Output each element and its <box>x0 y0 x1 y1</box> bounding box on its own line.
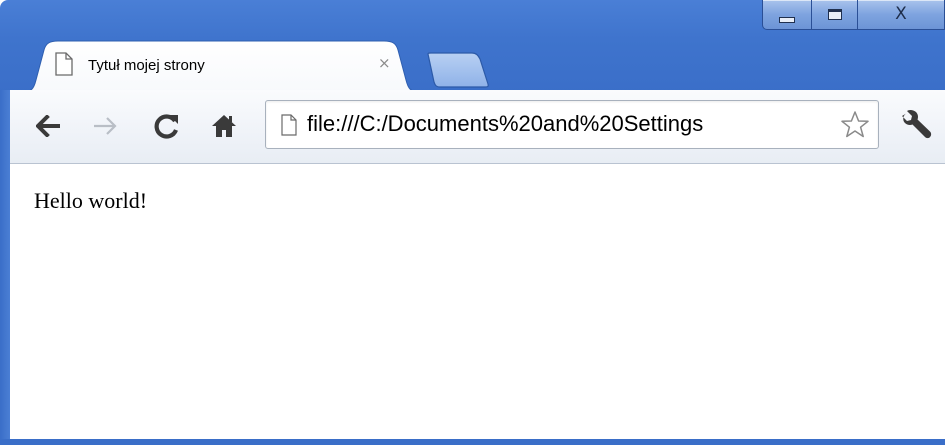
maximize-icon <box>827 9 842 20</box>
home-icon <box>212 115 236 137</box>
tab-active[interactable]: Tytuł mojej strony × <box>22 40 420 92</box>
browser-window: X Tytuł mojej strony × file:///C:/Docume… <box>0 0 945 445</box>
window-controls: X <box>762 0 945 34</box>
tab-close-icon[interactable]: × <box>378 54 391 72</box>
reload-icon <box>154 114 178 139</box>
maximize-button[interactable] <box>812 0 858 30</box>
page-icon <box>281 114 297 136</box>
page-content: Hello world! <box>10 164 945 439</box>
close-window-button[interactable]: X <box>858 0 945 30</box>
bookmark-star-icon[interactable] <box>840 110 870 140</box>
page-text: Hello world! <box>34 188 148 213</box>
forward-arrow-icon <box>94 117 117 135</box>
tab-background <box>22 40 420 92</box>
page-icon <box>55 52 73 76</box>
wrench-icon[interactable] <box>899 109 933 143</box>
reload-button[interactable] <box>150 109 184 143</box>
new-tab-button[interactable] <box>426 52 490 88</box>
window-bottom-border <box>0 439 945 445</box>
toolbar: file:///C:/Documents%20and%20Settings <box>10 90 945 164</box>
tab-title: Tytuł mojej strony <box>88 57 205 74</box>
forward-button[interactable] <box>88 109 122 143</box>
url-text[interactable]: file:///C:/Documents%20and%20Settings <box>307 111 834 137</box>
minimize-icon <box>779 16 795 23</box>
minimize-button[interactable] <box>762 0 812 30</box>
home-button[interactable] <box>207 109 241 143</box>
window-left-border <box>0 90 10 445</box>
address-bar[interactable]: file:///C:/Documents%20and%20Settings <box>265 100 879 149</box>
back-arrow-icon <box>36 115 60 137</box>
close-icon: X <box>895 4 907 24</box>
back-button[interactable] <box>32 109 66 143</box>
